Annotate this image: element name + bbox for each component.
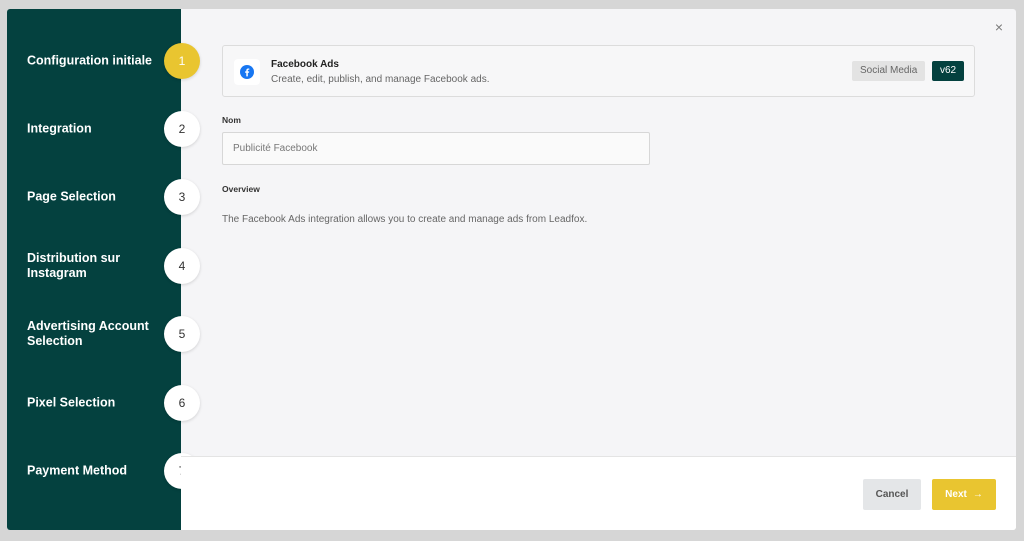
step-label: Distribution sur Instagram [27,251,121,280]
step-label: Payment Method [27,463,128,478]
name-field-label: Nom [222,115,241,125]
arrow-right-icon: → [972,489,983,500]
close-icon[interactable]: × [991,19,1007,35]
step-label: Advertising Account Selection [27,319,149,348]
facebook-icon [234,59,260,85]
step-number-badge: 3 [164,179,200,215]
step-configuration-initiale[interactable]: Configuration initiale 1 [7,41,200,81]
name-input[interactable] [222,132,650,165]
app-info-card: Facebook Ads Create, edit, publish, and … [222,45,975,97]
stepper-sidebar: Configuration initiale 1 Integration 2 P… [7,9,200,530]
next-button-label: Next [945,489,967,500]
step-number-badge: 2 [164,111,200,147]
overview-heading: Overview [222,184,260,194]
version-badge: v62 [932,61,965,81]
step-pixel-selection[interactable]: Pixel Selection 6 [7,383,200,423]
step-number-badge: 6 [164,385,200,421]
step-label: Pixel Selection [27,395,116,410]
app-description: Create, edit, publish, and manage Facebo… [271,74,490,85]
step-page-selection[interactable]: Page Selection 3 [7,177,200,217]
step-advertising-account-selection[interactable]: Advertising Account Selection 5 [7,314,200,354]
step-number-badge: 5 [164,316,200,352]
next-button[interactable]: Next → [932,479,996,510]
integration-modal: Configuration initiale 1 Integration 2 P… [7,9,1016,530]
step-number-badge: 1 [164,43,200,79]
step-number-badge: 4 [164,248,200,284]
modal-footer: Cancel Next → [181,456,1016,530]
step-label: Page Selection [27,189,116,204]
step-payment-method[interactable]: Payment Method 7 [7,451,200,491]
category-badge: Social Media [852,61,926,81]
step-label: Integration [27,121,92,136]
cancel-button[interactable]: Cancel [863,479,921,510]
overview-text: The Facebook Ads integration allows you … [222,214,588,225]
step-label: Configuration initiale [27,53,152,68]
step-distribution-instagram[interactable]: Distribution sur Instagram 4 [7,246,200,286]
step-integration[interactable]: Integration 2 [7,109,200,149]
app-name: Facebook Ads [271,59,339,70]
